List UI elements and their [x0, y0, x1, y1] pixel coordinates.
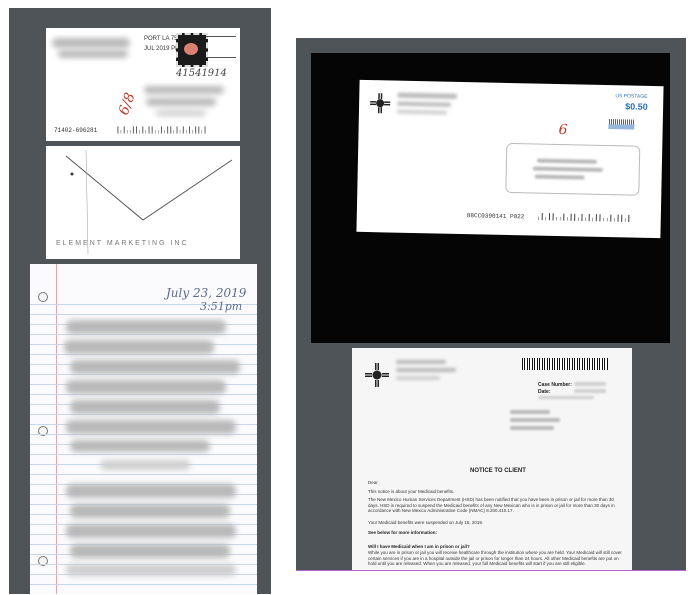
postage-amount: $0.50 — [625, 101, 648, 112]
envelope-postal-barcode: ╷┃╷┃┃╷╷┃╷┃┃╷┃╷┃╷┃┃╷╷┃╷┃┃╷┃ — [536, 213, 631, 223]
redacted-agency-address-2 — [396, 368, 456, 372]
redacted-handwriting-5 — [70, 400, 220, 414]
letter-time: 3:51pm — [200, 300, 243, 313]
postmark-lines — [206, 36, 236, 58]
redacted-address-top2 — [58, 50, 128, 58]
notice-para-4: While you are in prison or jail you will… — [368, 550, 622, 566]
redacted-handwriting-10 — [70, 504, 230, 518]
redacted-handwriting-1 — [66, 320, 226, 334]
nm-zia-logo-icon — [365, 363, 389, 387]
postage-label: US POSTAGE — [615, 93, 648, 100]
redacted-handwriting-4 — [66, 380, 226, 394]
postal-barcode: ┃╷┃╷╷┃┃╷┃╷┃┃╷╷┃╷┃┃╷┃╷┃╷┃╷┃┃╷┃ — [116, 127, 207, 134]
redacted-handwriting-6 — [66, 420, 236, 434]
nm-zia-logo-icon — [370, 93, 391, 114]
redacted-handwriting-12 — [70, 544, 230, 558]
punch-hole-1 — [38, 292, 48, 302]
handwritten-letter: July 23, 2019 3:51pm — [30, 264, 257, 594]
redacted-recipient-3 — [156, 110, 206, 116]
date-label: Date: — [538, 389, 551, 395]
redacted-handwriting-9 — [66, 484, 236, 498]
barcode-number: 71402-696281 — [54, 127, 98, 134]
redacted-client-address-1 — [510, 410, 550, 414]
redacted-recipient-1 — [144, 86, 224, 94]
envelope-red-mark: 6 — [558, 122, 568, 139]
postcard-front: PORT LA 750 JUL 2019 PM 2 L 41541914 6/8… — [46, 28, 240, 141]
document-barcode — [522, 358, 608, 370]
redacted-client-address-2 — [510, 418, 560, 422]
redacted-agency-address-1 — [396, 360, 446, 364]
question-heading: Will I have Medicaid when I am in prison… — [368, 544, 470, 549]
redacted-handwriting-13 — [66, 564, 236, 576]
see-below-heading: See below for more information: — [368, 530, 438, 535]
redacted-handwriting-2 — [64, 340, 214, 354]
notice-title: NOTICE TO CLIENT — [470, 468, 526, 474]
redacted-handwriting-8 — [100, 460, 190, 470]
redacted-handwriting-11 — [66, 524, 236, 538]
redacted-handwriting-7 — [70, 440, 210, 452]
envelope-bottom-text: ELEMENT MARKETING INC — [56, 240, 189, 247]
right-panel-bottom-edge — [296, 570, 686, 571]
postage-stamp — [176, 33, 208, 67]
salutation: Dear — [368, 480, 378, 485]
redacted-return-address-2 — [397, 101, 452, 107]
notice-para-3: Your Medicaid benefits were suspended on… — [368, 520, 484, 525]
redacted-return-address-3 — [396, 109, 447, 115]
red-mark: 6/8 — [115, 90, 139, 118]
redacted-address-top — [52, 38, 130, 48]
address-window — [505, 142, 641, 196]
envelope-code: 88CC0390141 P022 — [466, 212, 525, 221]
postage-barcode — [608, 119, 635, 130]
redacted-handwriting-3 — [70, 360, 240, 374]
handwritten-number: 41541914 — [176, 68, 227, 79]
redacted-return-address-1 — [397, 92, 458, 99]
case-number-label: Case Number: — [538, 382, 572, 388]
redacted-notice-date-line — [538, 396, 594, 399]
notice-para-1: This notice is about your Medicaid benef… — [368, 489, 455, 494]
letter-date: July 23, 2019 — [166, 286, 247, 300]
notice-to-client: Case Number: Date: NOTICE TO CLIENT Dear… — [352, 348, 632, 570]
redacted-case-number — [574, 382, 606, 386]
redacted-agency-address-3 — [396, 376, 440, 380]
redacted-date — [574, 389, 606, 393]
mailed-envelope: US POSTAGE $0.50 6 88CC0390141 P022 ╷┃╷┃… — [356, 79, 664, 239]
redacted-recipient-2 — [146, 98, 216, 106]
redacted-client-address-3 — [510, 426, 554, 430]
envelope-back: ELEMENT MARKETING INC — [46, 146, 240, 259]
notice-para-2: The New Mexico Human Services Department… — [368, 497, 615, 513]
